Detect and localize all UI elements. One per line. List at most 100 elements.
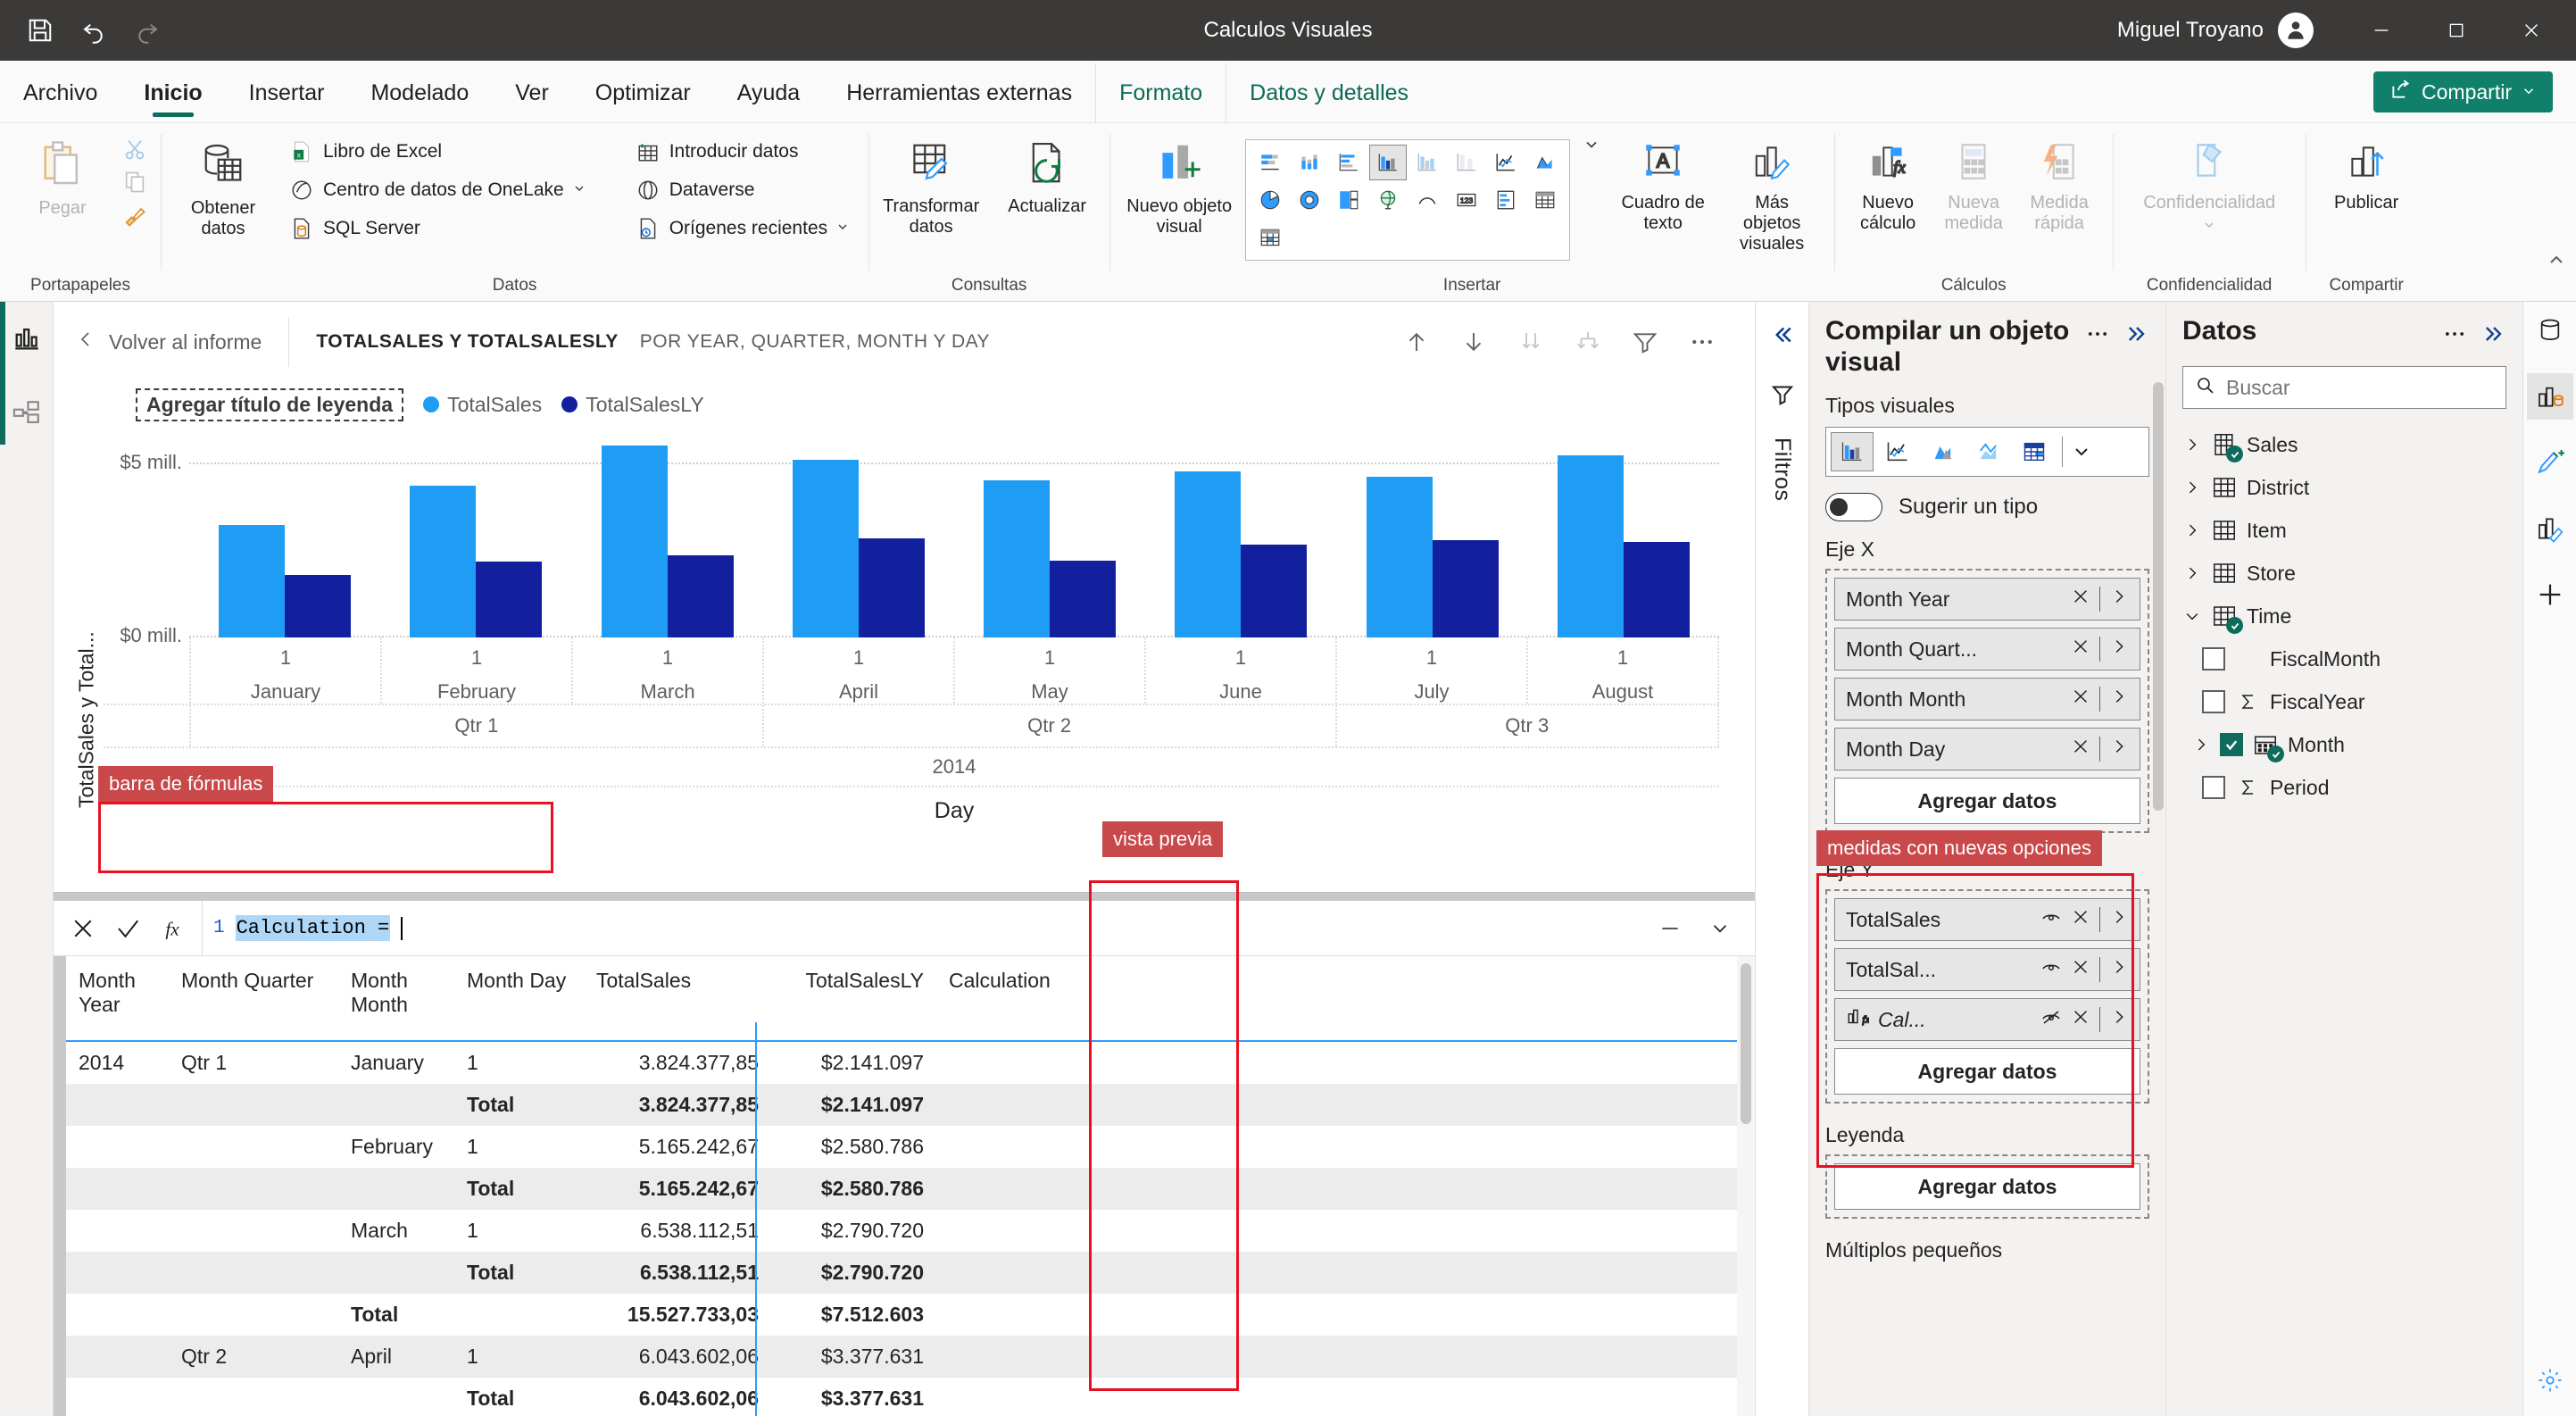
bar-group[interactable] <box>380 432 571 637</box>
x-axis-add-data-button[interactable]: Agregar datos <box>1834 778 2140 824</box>
recent-sources-button[interactable]: Orígenes recientes <box>628 212 856 245</box>
bar-totalsalesly[interactable] <box>1623 542 1690 637</box>
col-month-month[interactable]: Month Month <box>338 956 454 1042</box>
visual-type-more-icon[interactable] <box>2069 441 2094 462</box>
remove-icon[interactable] <box>2071 957 2090 982</box>
model-view-icon[interactable] <box>6 393 47 434</box>
table-row[interactable]: 2014 Qtr 1 January 1 3.824.377,85 $2.141… <box>66 1041 1737 1084</box>
filters-pane-collapsed[interactable]: Filtros <box>1755 302 1808 1416</box>
tab-archivo[interactable]: Archivo <box>0 63 120 122</box>
undo-icon[interactable] <box>79 15 109 46</box>
remove-icon[interactable] <box>2071 587 2090 612</box>
sql-server-button[interactable]: SQL Server <box>282 212 593 245</box>
tree-node-district[interactable]: District <box>2182 466 2506 509</box>
tab-inicio[interactable]: Inicio <box>120 63 225 122</box>
field-chip-month-month[interactable]: Month Month <box>1834 678 2140 720</box>
new-calculation-button[interactable]: fx Nuevo cálculo <box>1847 136 1929 237</box>
formula-fx-icon[interactable]: fx <box>157 913 187 944</box>
sort-asc-icon[interactable] <box>1400 325 1433 359</box>
table-row[interactable]: Total 3.824.377,85 $2.141.097 <box>66 1084 1737 1126</box>
remove-icon[interactable] <box>2071 687 2090 712</box>
table-row[interactable]: Total 6.043.602,06 $3.377.631 <box>66 1378 1737 1416</box>
bar-group[interactable] <box>1145 432 1336 637</box>
table-row[interactable]: Total 6.538.112,51 $2.790.720 <box>66 1252 1737 1294</box>
tree-node-month[interactable]: Month <box>2182 723 2506 766</box>
viz-matrix-icon[interactable] <box>1251 220 1289 255</box>
more-icon[interactable] <box>2442 321 2467 352</box>
viz-multirow-card-icon[interactable] <box>1487 182 1525 218</box>
y-axis-add-data-button[interactable]: Agregar datos <box>1834 1048 2140 1095</box>
field-chip-totalsalesly[interactable]: TotalSal... <box>1834 948 2140 991</box>
chart[interactable]: TotalSales y Total... $5 mill. $0 mill. <box>54 427 1755 892</box>
remove-icon[interactable] <box>2071 1007 2090 1032</box>
col-totalsalesly[interactable]: TotalSalesLY <box>771 956 936 1042</box>
chevron-right-icon[interactable] <box>2191 736 2211 754</box>
col-totalsales[interactable]: TotalSales <box>584 956 771 1042</box>
tab-datos-y-detalles[interactable]: Datos y detalles <box>1226 63 1432 122</box>
tree-node-time[interactable]: Time <box>2182 595 2506 637</box>
preview-table[interactable]: Month Year Month Quarter Month Month Mon… <box>66 956 1737 1416</box>
legend-add-data-button[interactable]: Agregar datos <box>1834 1163 2140 1210</box>
checkbox-unchecked[interactable] <box>2202 690 2225 713</box>
copy-icon[interactable] <box>121 169 148 196</box>
y-axis-well[interactable]: TotalSales TotalSal... fx Cal... <box>1825 889 2149 1104</box>
bar-totalsales[interactable] <box>1366 477 1433 637</box>
copy-icon[interactable] <box>2527 307 2573 354</box>
collapse-ribbon-icon[interactable] <box>2546 249 2567 276</box>
bar-totalsales[interactable] <box>1557 455 1624 637</box>
suggest-type-toggle[interactable] <box>1825 493 1882 521</box>
avatar[interactable] <box>2278 12 2314 48</box>
eye-hidden-icon[interactable] <box>2040 1006 2062 1033</box>
col-month-year[interactable]: Month Year <box>66 956 169 1042</box>
bar-totalsalesly[interactable] <box>1241 545 1308 637</box>
sort-desc-icon[interactable] <box>1457 325 1491 359</box>
drill-down-icon[interactable] <box>1514 325 1548 359</box>
checkbox-unchecked[interactable] <box>2202 647 2225 671</box>
search-input[interactable] <box>2226 375 2495 400</box>
field-chip-totalsales[interactable]: TotalSales <box>1834 898 2140 941</box>
remove-icon[interactable] <box>2071 907 2090 932</box>
formula-cancel-icon[interactable] <box>68 913 98 944</box>
enter-data-button[interactable]: Introducir datos <box>628 136 856 168</box>
chevron-right-icon[interactable] <box>2182 436 2202 454</box>
chevron-down-icon[interactable] <box>2182 607 2202 625</box>
tab-formato[interactable]: Formato <box>1095 63 1226 122</box>
formula-accept-icon[interactable] <box>112 913 143 944</box>
viz-card-icon[interactable]: 123 <box>1448 182 1485 218</box>
chevron-right-icon[interactable] <box>2109 637 2129 662</box>
col-month-day[interactable]: Month Day <box>454 956 584 1042</box>
viz-stacked-column-icon[interactable] <box>1291 145 1328 180</box>
viz-100-stacked-bar-icon[interactable] <box>1408 145 1446 180</box>
tree-node-fiscalmonth[interactable]: FiscalMonth <box>2182 637 2506 680</box>
chevron-right-icon[interactable] <box>2182 479 2202 496</box>
viz-map-icon[interactable] <box>1369 182 1407 218</box>
formula-collapse-icon[interactable] <box>1655 913 1685 944</box>
formula-input[interactable]: 1 Calculation = <box>203 901 1635 955</box>
scrollbar-thumb[interactable] <box>1741 963 1751 1124</box>
cut-icon[interactable] <box>121 136 148 162</box>
bar-totalsales[interactable] <box>1175 471 1242 637</box>
add-icon[interactable] <box>2527 571 2573 618</box>
new-visual-button[interactable]: Nuevo objeto visual <box>1122 136 1236 241</box>
field-chip-calculation[interactable]: fx Cal... <box>1834 998 2140 1041</box>
bar-totalsalesly[interactable] <box>1432 540 1499 637</box>
remove-icon[interactable] <box>2071 637 2090 662</box>
eye-visible-icon[interactable] <box>2040 956 2062 983</box>
col-calculation[interactable]: Calculation <box>936 956 1088 1042</box>
minimize-button[interactable] <box>2344 0 2419 61</box>
bar-group[interactable] <box>189 432 380 637</box>
format-visual-icon[interactable] <box>2527 505 2573 552</box>
field-chip-month-year[interactable]: Month Year <box>1834 578 2140 621</box>
field-chip-month-day[interactable]: Month Day <box>1834 728 2140 770</box>
viz-line-icon[interactable] <box>1487 145 1525 180</box>
bar-group[interactable] <box>763 432 954 637</box>
text-box-button[interactable]: A Cuadro de texto <box>1613 136 1713 237</box>
tree-node-fiscalyear[interactable]: FiscalYear <box>2182 680 2506 723</box>
bar-totalsales[interactable] <box>792 460 859 637</box>
bar-group[interactable] <box>572 432 763 637</box>
visual-gallery-more-icon[interactable] <box>1579 136 1604 154</box>
viz-clustered-bar-icon[interactable] <box>1330 145 1367 180</box>
transform-data-button[interactable]: Transformar datos <box>881 136 981 241</box>
collapse-pane-icon[interactable] <box>2124 321 2149 352</box>
filter-icon[interactable] <box>1762 373 1803 414</box>
